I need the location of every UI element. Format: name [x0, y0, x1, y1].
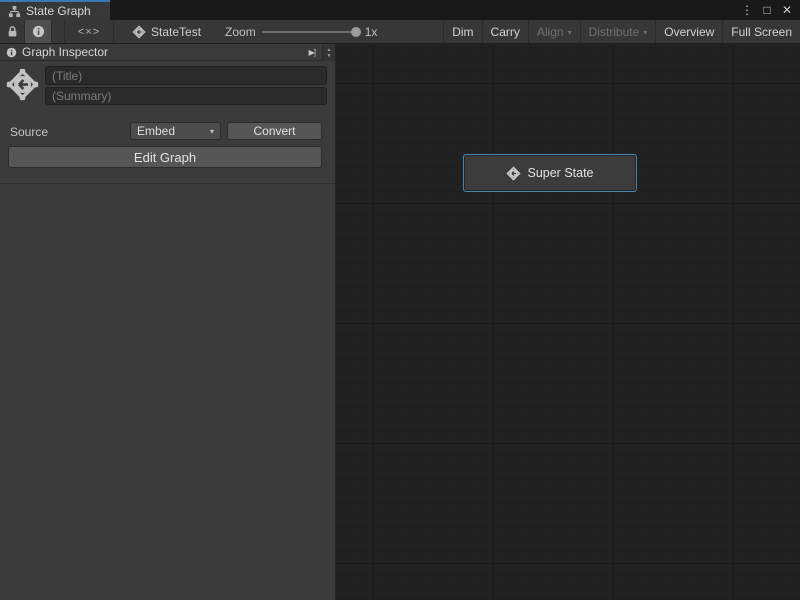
state-graph-window: State Graph ⋮ □ ✕ [0, 0, 800, 600]
dim-button[interactable]: Dim [443, 20, 481, 43]
distribute-button[interactable]: Distribute ▾ [580, 20, 656, 43]
super-state-node[interactable]: Super State [463, 154, 637, 192]
inspector-separator [0, 183, 335, 184]
code-view-button[interactable]: <×> [64, 20, 114, 43]
source-dropdown[interactable]: Embed ▾ [130, 122, 221, 140]
overview-button[interactable]: Overview [655, 20, 722, 43]
info-icon [6, 47, 17, 58]
inspector-header: Graph Inspector ▶] ▲ ▼ [0, 44, 335, 61]
window-menu-icon[interactable]: ⋮ [740, 3, 754, 17]
close-icon[interactable]: ✕ [780, 3, 794, 17]
chevron-down-icon: ▾ [568, 28, 572, 37]
main-area: Graph Inspector ▶] ▲ ▼ [0, 44, 800, 600]
graph-inspector-panel: Graph Inspector ▶] ▲ ▼ [0, 44, 336, 600]
toolbar-spacer [377, 20, 443, 43]
graph-toolbar: <×> StateTest Zoom 1x Dim Carry [0, 20, 800, 44]
tab-state-graph[interactable]: State Graph [0, 0, 110, 20]
fullscreen-button-label: Full Screen [731, 25, 792, 39]
carry-button[interactable]: Carry [482, 20, 528, 43]
zoom-value: 1x [365, 25, 378, 39]
node-label: Super State [527, 166, 593, 180]
edit-graph-button[interactable]: Edit Graph [8, 146, 322, 168]
convert-button[interactable]: Convert [227, 122, 322, 140]
align-button-label: Align [537, 25, 564, 39]
inspector-toggle-button[interactable] [25, 20, 52, 43]
graph-summary-input[interactable] [45, 87, 327, 105]
maximize-icon[interactable]: □ [760, 3, 774, 17]
distribute-button-label: Distribute [589, 25, 640, 39]
breadcrumb[interactable]: StateTest [132, 20, 201, 43]
source-label: Source [10, 125, 48, 139]
chevron-down-icon: ▾ [643, 28, 647, 37]
lock-icon [7, 25, 18, 38]
graph-canvas[interactable]: Super State [336, 44, 800, 600]
zoom-label: Zoom [225, 25, 256, 39]
source-dropdown-value: Embed [137, 124, 175, 138]
state-graph-icon [6, 68, 39, 101]
hierarchy-icon [8, 5, 21, 18]
carry-button-label: Carry [491, 25, 520, 39]
lock-button[interactable] [0, 20, 25, 43]
chevron-down-icon: ▾ [210, 127, 214, 136]
spinner-down-icon[interactable]: ▼ [327, 53, 332, 59]
zoom-control: Zoom 1x [225, 20, 377, 43]
inspector-title: Graph Inspector [22, 45, 108, 59]
zoom-slider[interactable] [262, 31, 359, 33]
overview-button-label: Overview [664, 25, 714, 39]
tab-bar: State Graph ⋮ □ ✕ [0, 0, 800, 20]
zoom-slider-thumb[interactable] [351, 27, 361, 37]
state-graph-icon [506, 166, 521, 181]
panel-spinner[interactable]: ▲ ▼ [322, 44, 335, 61]
breadcrumb-label: StateTest [151, 25, 201, 39]
dim-button-label: Dim [452, 25, 473, 39]
tab-label: State Graph [26, 4, 91, 18]
window-controls: ⋮ □ ✕ [740, 0, 800, 20]
graph-title-input[interactable] [45, 66, 327, 85]
fullscreen-button[interactable]: Full Screen [722, 20, 800, 43]
state-graph-icon [132, 25, 146, 39]
info-icon [32, 25, 45, 38]
align-button[interactable]: Align ▾ [528, 20, 580, 43]
dock-panel-icon[interactable]: ▶] [309, 48, 315, 57]
